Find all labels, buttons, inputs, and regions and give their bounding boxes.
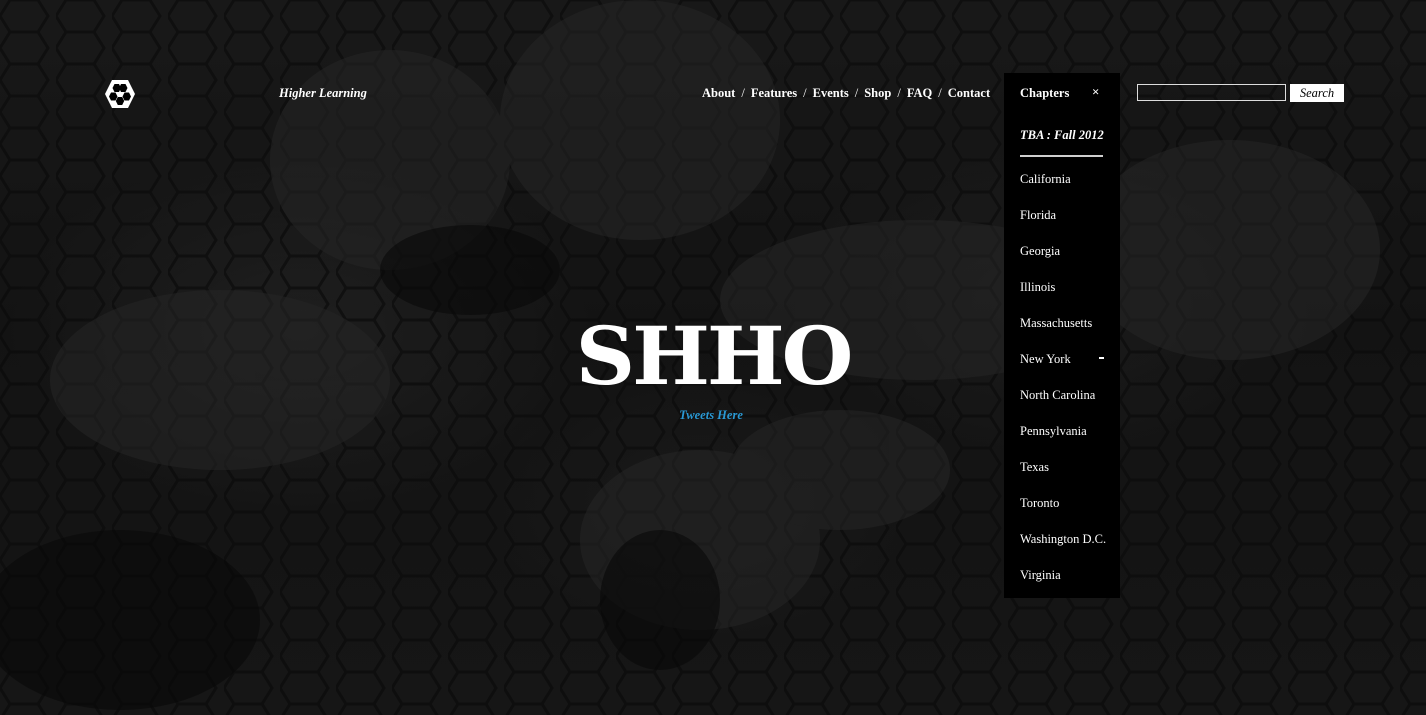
brand-title: SHHO xyxy=(575,309,854,403)
chapter-north-carolina[interactable]: North Carolina xyxy=(1020,387,1106,423)
nav-separator: / xyxy=(854,86,859,100)
chapter-texas[interactable]: Texas xyxy=(1020,459,1106,495)
chapter-california[interactable]: California xyxy=(1020,171,1106,207)
nav-faq[interactable]: FAQ xyxy=(907,86,932,101)
chapter-virginia[interactable]: Virginia xyxy=(1020,567,1106,603)
chapter-georgia[interactable]: Georgia xyxy=(1020,243,1106,279)
chapters-featured: TBA : Fall 2012 xyxy=(1020,128,1104,142)
chapter-illinois[interactable]: Illinois xyxy=(1020,279,1106,315)
nav-events[interactable]: Events xyxy=(813,86,849,101)
main-nav: About / Features / Events / Shop / FAQ /… xyxy=(702,86,990,101)
nav-shop[interactable]: Shop xyxy=(864,86,891,101)
chapter-label: New York xyxy=(1020,352,1071,366)
nav-about[interactable]: About xyxy=(702,86,735,101)
close-icon[interactable]: × xyxy=(1092,84,1099,100)
nav-separator: / xyxy=(938,86,942,100)
divider xyxy=(1020,155,1103,157)
chapter-list: California Florida Georgia Illinois Mass… xyxy=(1020,171,1106,603)
search-input[interactable] xyxy=(1137,84,1286,101)
chapter-new-york[interactable]: New York xyxy=(1020,351,1106,387)
chapter-washington-dc[interactable]: Washington D.C. xyxy=(1020,531,1106,567)
nav-separator: / xyxy=(803,86,807,100)
nav-separator: / xyxy=(897,86,901,100)
hexagon-cluster-logo-icon[interactable] xyxy=(104,79,136,109)
chapter-florida[interactable]: Florida xyxy=(1020,207,1106,243)
chapters-toggle[interactable]: Chapters xyxy=(1020,86,1069,101)
chapter-pennsylvania[interactable]: Pennsylvania xyxy=(1020,423,1106,459)
nav-separator: / xyxy=(741,86,745,100)
chapters-dropdown: Chapters × TBA : Fall 2012 California Fl… xyxy=(1004,73,1120,598)
nav-features[interactable]: Features xyxy=(751,86,797,101)
minus-icon[interactable] xyxy=(1099,357,1104,359)
page: Higher Learning About / Features / Event… xyxy=(0,0,1426,715)
tweets-link[interactable]: Tweets Here xyxy=(652,408,770,423)
chapter-toronto[interactable]: Toronto xyxy=(1020,495,1106,531)
nav-contact[interactable]: Contact xyxy=(948,86,990,101)
tagline: Higher Learning xyxy=(279,86,367,100)
search-button[interactable]: Search xyxy=(1290,84,1344,102)
chapter-massachusetts[interactable]: Massachusetts xyxy=(1020,315,1106,351)
